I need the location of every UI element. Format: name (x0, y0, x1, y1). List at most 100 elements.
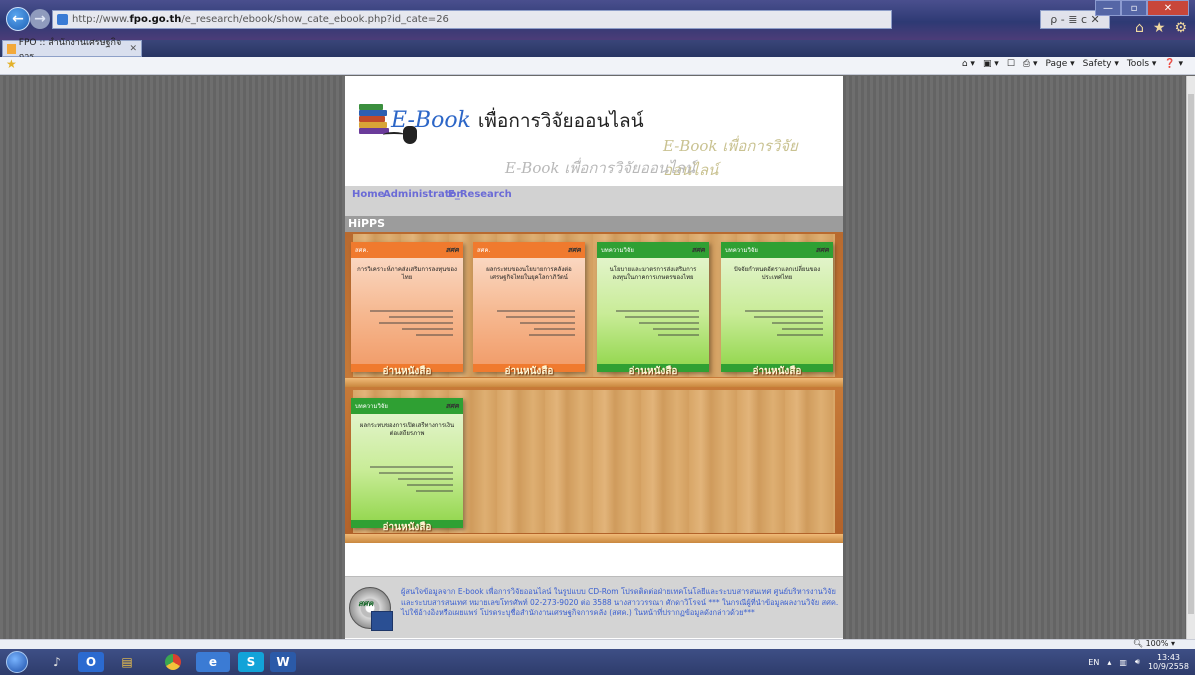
cd-label: สศค (358, 599, 374, 608)
arrow-left-icon: ← (12, 11, 24, 27)
tab-strip (0, 40, 1195, 57)
network-icon[interactable]: ▥ (1119, 658, 1127, 667)
scrollbar-thumb[interactable] (1188, 94, 1194, 614)
bookshelf: สศค. สศค การวิเคราะห์ภาคส่งเสริมการลงทุนข… (345, 232, 843, 543)
cover-title: การวิเคราะห์ภาคส่งเสริมการลงทุนของไทย (357, 266, 457, 281)
page-footer: สศค ผู้สนใจข้อมูลจาก E-book เพื่อการวิจั… (345, 576, 843, 638)
footer-notice: ผู้สนใจข้อมูลจาก E-book เพื่อการวิจัยออน… (401, 587, 839, 617)
section-header: HiPPS (345, 216, 843, 232)
close-window-button[interactable]: ✕ (1147, 0, 1189, 16)
cmd-print-menu[interactable]: ⎙ ▾ (1023, 59, 1038, 69)
url-prefix: http://www. (72, 14, 130, 25)
browser-statusbar: 🔍︎ 100% ▾ (0, 639, 1195, 649)
cmd-feeds-menu[interactable]: ▣ ▾ (983, 59, 999, 69)
site-banner: E-Book เพื่อการวิจัยออนไลน์ E-Book เพื่อ… (345, 76, 843, 186)
menu-home-link[interactable]: Home (352, 189, 384, 200)
site-favicon-icon (57, 14, 68, 25)
url-path: /e_research/ebook/show_cate_ebook.php?id… (181, 14, 449, 25)
cover-text-lines (607, 306, 699, 336)
command-bar: ★ ⌂ ▾ ▣ ▾ ☐ ⎙ ▾ Page ▾ Safety ▾ Tools ▾ … (0, 57, 1195, 75)
forward-button[interactable]: → (30, 9, 50, 29)
cover-header: สศค. สศค (473, 242, 585, 258)
cmd-page-menu[interactable]: Page ▾ (1046, 59, 1075, 69)
tray-expand-icon[interactable]: ▴ (1107, 658, 1111, 667)
command-bar-items: ⌂ ▾ ▣ ▾ ☐ ⎙ ▾ Page ▾ Safety ▾ Tools ▾ ❓ … (962, 59, 1183, 69)
taskbar-word-icon[interactable]: W (270, 652, 296, 672)
read-book-link[interactable]: อ่านหนังสือ (473, 364, 585, 379)
back-button[interactable]: ← (6, 7, 30, 31)
cover-title: ผลกระทบของนโยบายการคลังต่อเศรษฐกิจไทยในย… (486, 266, 572, 281)
tab-close-icon[interactable]: ✕ (129, 44, 137, 54)
zoom-icon: 🔍︎ (1132, 639, 1144, 648)
cd-case-icon (371, 611, 393, 631)
logo-echo-2: E-Book เพื่อการวิจัยออนไลน์ (505, 159, 696, 177)
minimize-button[interactable]: — (1095, 0, 1121, 16)
ebook-cover[interactable]: สศค. สศค การวิเคราะห์ภาคส่งเสริมการลงทุนข… (351, 242, 463, 372)
cmd-safety-menu[interactable]: Safety ▾ (1083, 59, 1119, 69)
browser-right-icons: ⌂ ★ ⚙ (1135, 20, 1187, 36)
cmd-tools-menu[interactable]: Tools ▾ (1127, 59, 1157, 69)
menu-e-research-link[interactable]: E_Research (448, 189, 512, 200)
taskbar-ie-icon[interactable]: e (196, 652, 230, 672)
favorites-star-icon[interactable]: ★ (1153, 20, 1166, 36)
browser-titlebar: ← → http://www. fpo.go.th/e_research/eboo… (0, 0, 1195, 40)
taskbar-media-icon[interactable]: ♪ (44, 652, 70, 672)
favorites-bar-star-icon[interactable]: ★ (6, 57, 17, 71)
volume-icon[interactable]: 🔊︎ (1135, 657, 1140, 667)
maximize-button[interactable]: ▫ (1121, 0, 1147, 16)
start-button[interactable] (6, 651, 28, 673)
cmd-mail-button[interactable]: ☐ (1007, 59, 1015, 69)
taskbar-outlook-icon[interactable]: O (78, 652, 104, 672)
logo-latin: E-Book (391, 108, 471, 133)
read-book-link[interactable]: อ่านหนังสือ (721, 364, 833, 379)
section-title: HiPPS (348, 217, 386, 230)
ebook-cover[interactable]: บทความวิจัย สศค นโยบายและมาตรการส่งเสริมก… (597, 242, 709, 372)
taskbar-chrome-icon[interactable] (160, 652, 186, 672)
settings-gear-icon[interactable]: ⚙ (1174, 20, 1187, 36)
ebook-cover[interactable]: บทความวิจัย สศค ผลกระทบของการเปิดเสรีทางก… (351, 398, 463, 528)
shelf-plank-2 (345, 534, 843, 543)
vertical-scrollbar[interactable] (1186, 76, 1195, 639)
cover-text-lines (483, 306, 575, 336)
cover-title: ปัจจัยกำหนดอัตราแลกเปลี่ยนของประเทศไทย (733, 266, 821, 281)
read-book-link[interactable]: อ่านหนังสือ (351, 364, 463, 379)
system-tray: EN ▴ ▥ 🔊︎ 13:43 10/9/2558 (1088, 653, 1189, 671)
clock-date: 10/9/2558 (1147, 662, 1189, 672)
ebook-cover[interactable]: สศค. สศค ผลกระทบของนโยบายการคลังต่อเศรษฐก… (473, 242, 585, 372)
cd-rom-icon: สศค (349, 583, 397, 635)
cover-header: บทความวิจัย สศค (351, 398, 463, 414)
site-menu: Home Administrator E_Research (345, 186, 843, 216)
cover-title: นโยบายและมาตรการส่งเสริมการลงทุนในภาคการ… (609, 266, 697, 281)
browser-tab[interactable]: FPO :: สำนักงานเศรษฐกิจการ... ✕ (2, 38, 142, 62)
site-logo[interactable]: E-Book เพื่อการวิจัยออนไลน์ (391, 106, 644, 136)
taskbar-clock[interactable]: 13:43 10/9/2558 (1148, 653, 1189, 671)
cmd-home-menu[interactable]: ⌂ ▾ (962, 59, 975, 69)
cover-header: บทความวิจัย สศค (597, 242, 709, 258)
read-book-link[interactable]: อ่านหนังสือ (351, 520, 463, 535)
arrow-right-icon: → (34, 11, 46, 27)
page-content: E-Book เพื่อการวิจัยออนไลน์ E-Book เพื่อ… (345, 76, 843, 639)
cover-text-lines (361, 306, 453, 336)
taskbar-skype-icon[interactable]: S (238, 652, 264, 672)
window-controls: — ▫ ✕ (1095, 0, 1189, 16)
cover-text-lines (731, 306, 823, 336)
zoom-level[interactable]: 🔍︎ 100% ▾ (1133, 639, 1175, 648)
taskbar-folder-icon[interactable]: ▤ (114, 652, 140, 672)
windows-taskbar: ♪ O ▤ e S W EN ▴ ▥ 🔊︎ 13:43 10/9/2558 (0, 649, 1195, 675)
book-stack-icon (359, 104, 393, 134)
cover-text-lines (361, 462, 453, 492)
ebook-cover[interactable]: บทความวิจัย สศค ปัจจัยกำหนดอัตราแลกเปลี่ย… (721, 242, 833, 372)
home-icon[interactable]: ⌂ (1135, 20, 1144, 36)
logo-thai: เพื่อการวิจัยออนไลน์ (477, 110, 644, 132)
zoom-value: 100% (1145, 639, 1169, 648)
address-bar[interactable]: http://www. fpo.go.th/e_research/ebook/sh… (52, 10, 892, 29)
shelf-plank-1 (345, 378, 843, 387)
clock-time: 13:43 (1156, 653, 1181, 662)
cmd-help-menu[interactable]: ❓ ▾ (1164, 59, 1183, 69)
cover-header: บทความวิจัย สศค (721, 242, 833, 258)
cover-header: สศค. สศค (351, 242, 463, 258)
tab-favicon-icon (7, 43, 16, 54)
input-language[interactable]: EN (1088, 658, 1099, 667)
read-book-link[interactable]: อ่านหนังสือ (597, 364, 709, 379)
cover-title: ผลกระทบของการเปิดเสรีทางการเงินต่อเสถียร… (359, 422, 455, 437)
